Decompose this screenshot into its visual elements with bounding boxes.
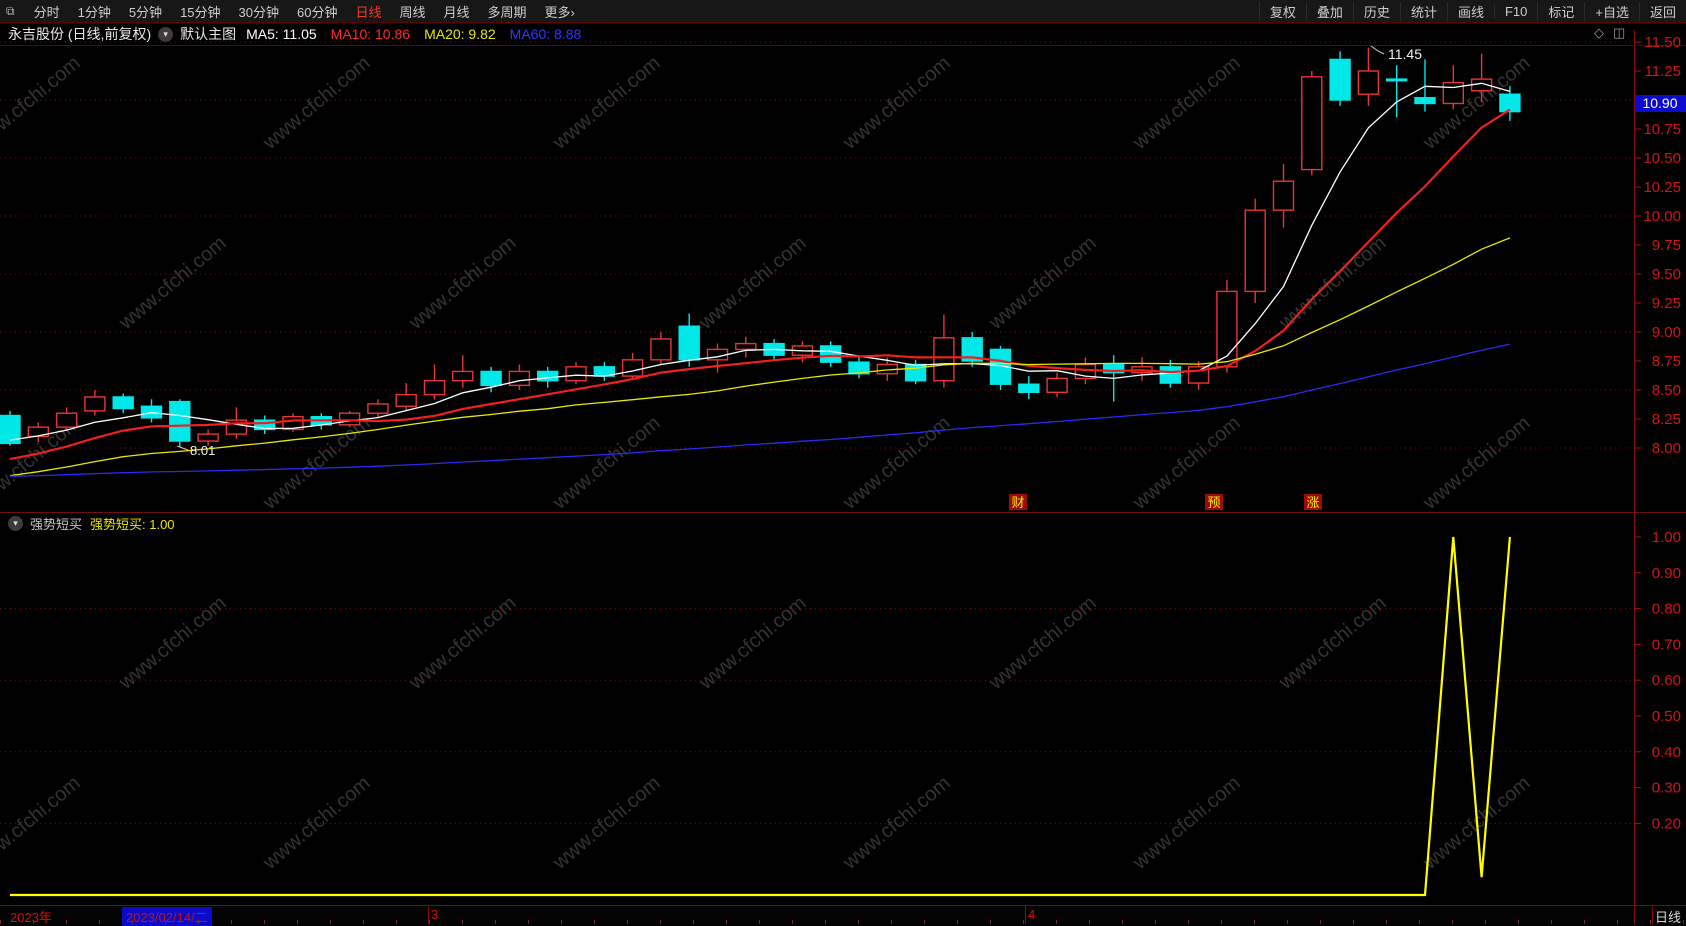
price-axis-label: 8.00 <box>1652 440 1681 457</box>
price-axis-label: 9.00 <box>1652 324 1681 341</box>
candle-up <box>55 412 78 428</box>
watermark: www.cfchi.com <box>694 232 810 335</box>
indicator-axis-label: 0.90 <box>1652 565 1681 582</box>
candle-down <box>820 345 842 363</box>
candle-up <box>735 342 757 351</box>
timeline-bar: 2023年 2023/02/14/二 3 4 日线 <box>0 905 1686 926</box>
indicator-axis-label: 0.70 <box>1652 636 1681 653</box>
low-annotation-pointer <box>176 445 189 451</box>
watermark: www.cfchi.com <box>984 232 1100 335</box>
candle-up <box>565 366 587 382</box>
watermark: www.cfchi.com <box>694 592 810 695</box>
watermark: www.cfchi.com <box>1128 52 1244 155</box>
candle-down <box>678 325 700 361</box>
candle-up <box>338 412 361 426</box>
event-flag-预: 预 <box>1207 495 1220 510</box>
watermark: www.cfchi.com <box>114 592 230 695</box>
watermark: www.cfchi.com <box>984 592 1100 695</box>
watermark: www.cfchi.com <box>404 592 520 695</box>
watermark: www.cfchi.com <box>1274 592 1390 695</box>
indicator-header: ▾ 强势短买 强势短买: 1.00 <box>8 514 175 533</box>
indicator-axis-label: 0.40 <box>1652 744 1681 761</box>
candle-down <box>1329 58 1351 101</box>
candle-down <box>1159 366 1182 384</box>
candle-down <box>140 405 163 419</box>
price-axis-label: 10.75 <box>1643 121 1681 138</box>
candle-up <box>84 396 106 412</box>
indicator-axis-label: 0.50 <box>1652 708 1681 725</box>
candle-up <box>1046 377 1068 394</box>
ma60-line <box>9 343 1511 477</box>
price-axis-label: 10.00 <box>1643 208 1681 225</box>
candle-up <box>933 337 955 382</box>
watermark: www.cfchi.com <box>548 412 664 515</box>
watermark: www.cfchi.com <box>1274 232 1390 335</box>
candle-up <box>1301 76 1323 171</box>
candle-down <box>1385 78 1408 82</box>
indicator-axis-label: 0.80 <box>1652 601 1681 618</box>
timeline-ticks <box>0 920 1686 924</box>
candle-up <box>621 359 644 377</box>
candle-up <box>508 370 531 387</box>
watermark: www.cfchi.com <box>1128 412 1244 515</box>
candle-down <box>1018 383 1040 394</box>
price-axis-label: 8.25 <box>1652 411 1681 428</box>
candle-up <box>395 393 417 407</box>
watermark: www.cfchi.com <box>258 52 374 155</box>
price-axis-label: 9.75 <box>1652 237 1681 254</box>
high-annotation-pointer <box>1370 45 1385 55</box>
watermark: www.cfchi.com <box>838 52 954 155</box>
candle-up <box>1357 70 1380 95</box>
watermark: www.cfchi.com <box>404 232 520 335</box>
watermark: www.cfchi.com <box>0 52 85 155</box>
candle-up <box>367 403 389 414</box>
watermark: www.cfchi.com <box>1418 412 1534 515</box>
price-axis-label: 10.25 <box>1643 179 1681 196</box>
indicator-axis-label: 0.20 <box>1652 815 1681 832</box>
candle-up <box>1442 81 1465 105</box>
watermark: www.cfchi.com <box>258 412 374 515</box>
indicator-axis-label: 0.60 <box>1652 672 1681 689</box>
price-axis-label: 10.50 <box>1643 150 1681 167</box>
watermark: www.cfchi.com <box>548 52 664 155</box>
indicator-axis-label: 0.30 <box>1652 780 1681 797</box>
chart-canvas[interactable]: www.cfchi.com www.cfchi.com www.cfchi.com w… <box>0 0 1686 923</box>
last-price-label: 10.90 <box>1642 95 1677 111</box>
candle-down <box>169 400 191 442</box>
chevron-down-icon[interactable]: ▾ <box>8 516 23 531</box>
price-axis-label: 8.75 <box>1652 353 1681 370</box>
candle-down <box>480 370 502 387</box>
candle-up <box>452 370 474 382</box>
event-flag-财: 财 <box>1011 495 1024 510</box>
candle-down <box>1414 96 1436 105</box>
indicator-line <box>10 536 1511 897</box>
candle-up <box>1244 209 1266 293</box>
price-axis-label: 9.25 <box>1652 295 1681 312</box>
price-axis-label: 9.50 <box>1652 266 1681 283</box>
low-annotation: 8.01 <box>190 443 215 458</box>
price-axis-label: 11.25 <box>1645 63 1681 80</box>
candle-down <box>112 396 134 410</box>
candle-up <box>197 433 219 442</box>
high-annotation: 11.45 <box>1388 46 1422 62</box>
candle-down <box>1499 93 1521 113</box>
candle-up <box>1272 180 1295 211</box>
candle-down <box>537 370 559 382</box>
candle-up <box>650 338 672 361</box>
watermark: www.cfchi.com <box>114 232 230 335</box>
price-axis-label: 11.50 <box>1645 34 1681 51</box>
indicator-readout: 强势短买: 1.00 <box>90 517 175 532</box>
candle-up <box>423 380 446 396</box>
price-axis-label: 8.50 <box>1652 382 1681 399</box>
indicator-name[interactable]: 强势短买 <box>30 514 82 533</box>
watermark: www.cfchi.com <box>838 412 954 515</box>
trading-app: { "topbar": { "left_items": ["分时","1分钟",… <box>0 0 1686 926</box>
event-flag-涨: 涨 <box>1306 495 1319 510</box>
watermark: www.cfchi.com <box>0 772 85 875</box>
indicator-axis-label: 1.00 <box>1652 529 1681 546</box>
